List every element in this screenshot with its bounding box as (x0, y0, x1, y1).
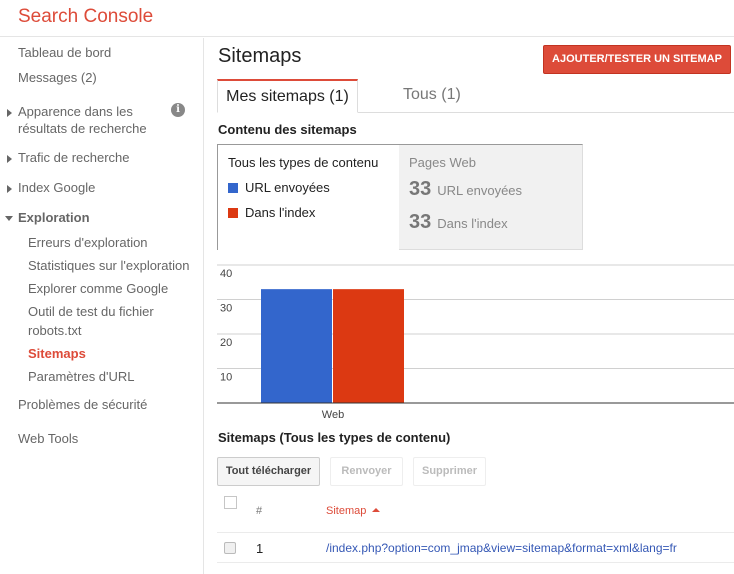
bar-indexed (333, 289, 404, 403)
column-header-sitemap[interactable]: Sitemap (326, 505, 381, 517)
y-tick-label: 40 (220, 268, 232, 280)
column-header-label: Sitemap (326, 505, 367, 517)
expand-arrow-icon[interactable] (7, 185, 12, 193)
tab-all[interactable]: Tous (1) (403, 86, 461, 104)
bar-submitted (261, 289, 332, 403)
x-tick-label: Web (322, 409, 344, 421)
stat-submitted: 33 URL envoyées (409, 178, 522, 201)
legend-label: URL envoyées (245, 180, 330, 195)
app-title[interactable]: Search Console (18, 6, 153, 28)
sidebar-item-crawl-errors[interactable]: Erreurs d'exploration (28, 234, 148, 251)
sidebar-item-google-index[interactable]: Index Google (18, 179, 95, 196)
tab-my-sitemaps[interactable]: Mes sitemaps (1) (217, 79, 358, 113)
web-pages-stats[interactable]: Pages Web 33 URL envoyées 33 Dans l'index (399, 144, 583, 250)
sitemap-bar-chart: 10 20 30 40 Web (217, 264, 734, 421)
stat-value: 33 (409, 178, 432, 200)
sidebar-item-search-appearance[interactable]: Apparence dans les résultats de recherch… (18, 103, 147, 137)
row-divider (217, 562, 734, 563)
stat-indexed: 33 Dans l'index (409, 211, 508, 234)
column-header-number: # (256, 505, 263, 517)
stat-label: URL envoyées (437, 183, 523, 198)
select-all-checkbox[interactable] (224, 496, 237, 509)
add-test-sitemap-button[interactable]: AJOUTER/TESTER UN SITEMAP (543, 45, 731, 74)
table-title: Sitemaps (Tous les types de contenu) (218, 430, 451, 445)
sidebar-item-label: Outil de test du fichier (28, 304, 154, 319)
sidebar-item-label: robots.txt (28, 323, 82, 338)
legend-label: Dans l'index (245, 205, 316, 220)
y-tick-label: 20 (220, 337, 232, 349)
sidebar-item-label: Apparence dans les (18, 104, 133, 119)
page-title: Sitemaps (218, 45, 302, 67)
y-tick-label: 10 (220, 372, 232, 384)
sidebar-item-sitemaps[interactable]: Sitemaps (28, 345, 86, 362)
sidebar-nav: Tableau de bord Messages (2) Apparence d… (0, 38, 204, 574)
info-icon[interactable]: i (171, 103, 185, 117)
sidebar-item-robots-tester[interactable]: Outil de test du fichier robots.txt (28, 303, 154, 339)
sidebar-item-label: résultats de recherche (18, 121, 147, 136)
top-bar: Search Console (0, 0, 734, 37)
sidebar-item-web-tools[interactable]: Web Tools (18, 430, 78, 447)
sidebar-item-fetch-as-google[interactable]: Explorer comme Google (28, 280, 168, 297)
section-title: Contenu des sitemaps (218, 122, 357, 137)
legend-swatch-red-icon (228, 208, 238, 218)
row-divider (217, 532, 734, 533)
row-checkbox[interactable] (224, 542, 236, 554)
legend-heading: Tous les types de contenu (228, 155, 379, 170)
y-tick-label: 30 (220, 303, 232, 315)
resubmit-button[interactable]: Renvoyer (330, 457, 403, 486)
row-number: 1 (256, 541, 264, 556)
sidebar-item-security-issues[interactable]: Problèmes de sécurité (18, 396, 147, 413)
sidebar-item-crawl-stats[interactable]: Statistiques sur l'exploration (28, 257, 189, 274)
sidebar-item-search-traffic[interactable]: Trafic de recherche (18, 149, 130, 166)
sidebar-item-crawl[interactable]: Exploration (18, 209, 90, 226)
sidebar-item-messages[interactable]: Messages (2) (18, 69, 97, 86)
sort-ascending-icon (372, 508, 381, 512)
content-type-selector[interactable]: Tous les types de contenu URL envoyées D… (217, 144, 400, 250)
expand-arrow-icon[interactable] (7, 109, 12, 117)
sitemap-link[interactable]: /index.php?option=com_jmap&view=sitemap&… (326, 541, 677, 555)
sidebar-item-dashboard[interactable]: Tableau de bord (18, 44, 111, 61)
sidebar-item-url-parameters[interactable]: Paramètres d'URL (28, 368, 135, 385)
stat-label: Dans l'index (437, 216, 508, 231)
stat-value: 33 (409, 211, 432, 233)
download-all-button[interactable]: Tout télécharger (217, 457, 320, 486)
legend-swatch-blue-icon (228, 183, 238, 193)
expand-arrow-icon[interactable] (7, 155, 12, 163)
legend-item-indexed: Dans l'index (228, 205, 315, 220)
delete-button[interactable]: Supprimer (413, 457, 486, 486)
collapse-arrow-icon[interactable] (5, 216, 13, 221)
stats-heading: Pages Web (409, 155, 476, 170)
legend-item-submitted: URL envoyées (228, 180, 330, 195)
